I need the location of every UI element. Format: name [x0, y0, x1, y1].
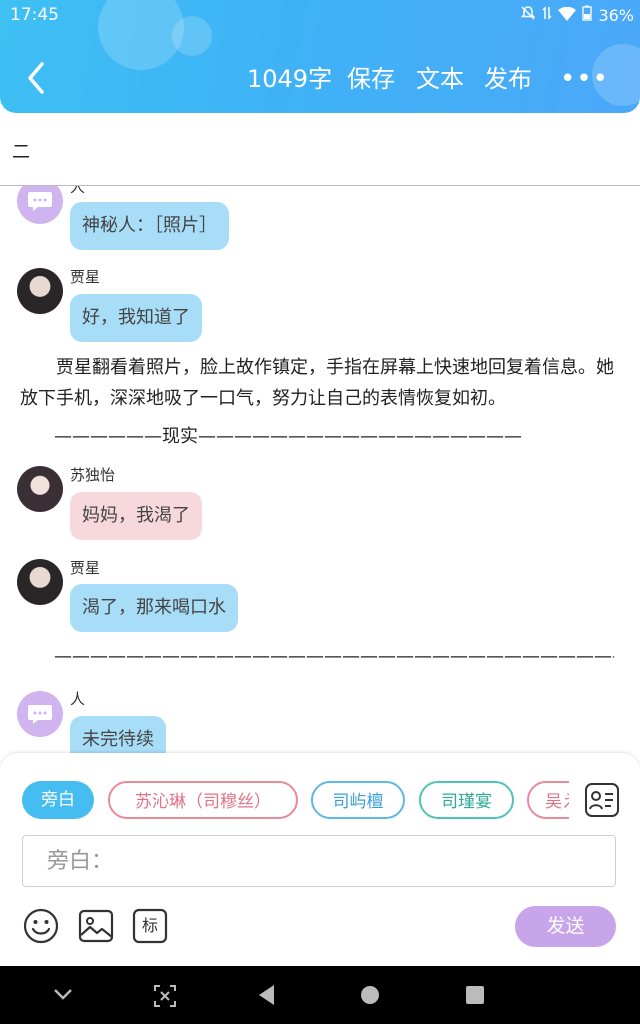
system-nav-bar: [0, 966, 640, 1024]
nav-screenshot-button[interactable]: [153, 984, 177, 1012]
avatar[interactable]: [17, 186, 63, 224]
status-time: 17:45: [10, 5, 59, 25]
scene-separator[interactable]: ———————————————————————————————————: [54, 646, 614, 667]
message-bubble[interactable]: 神秘人：［照片］: [70, 202, 229, 250]
message-bubble[interactable]: 渴了，那来喝口水: [70, 584, 238, 632]
speaker-name: 贾星: [70, 559, 101, 577]
recents-square-icon: [466, 986, 484, 1004]
avatar[interactable]: [17, 559, 63, 605]
back-button[interactable]: [22, 58, 52, 98]
text-button[interactable]: 文本: [416, 62, 464, 96]
narration-text[interactable]: 贾星翻看着照片，脸上故作镇定，手指在屏幕上快速地回复着信息。她放下手机，深深地吸…: [20, 352, 620, 414]
chat-bubble-icon: [28, 192, 52, 211]
role-chip[interactable]: 苏沁琳（司穆丝）: [108, 781, 298, 819]
role-chip[interactable]: 司屿檀: [311, 781, 405, 819]
chat-area[interactable]: 人 神秘人：［照片］ 贾星 好，我知道了 贾星翻看着照片，脸上故作镇定，手指在屏…: [0, 186, 640, 753]
status-icons: 36%: [520, 5, 634, 25]
image-icon: [78, 909, 114, 943]
role-chip[interactable]: 吴え: [527, 781, 569, 819]
chat-bubble-icon: [28, 705, 52, 724]
notifications-off-icon: [520, 5, 536, 25]
wifi-icon: [558, 6, 577, 25]
save-button[interactable]: 保存: [347, 62, 395, 96]
speaker-name: 人: [70, 690, 86, 708]
battery-icon: [582, 5, 593, 25]
more-button[interactable]: •••: [560, 62, 609, 96]
nav-home-button[interactable]: [360, 985, 380, 1009]
image-button[interactable]: [78, 908, 114, 944]
nav-back-button[interactable]: [256, 983, 278, 1011]
back-triangle-icon: [259, 985, 274, 1005]
tag-label: 标: [141, 916, 158, 935]
app-header: 17:45 36% 1049字 保存 文本 发布 •••: [0, 0, 640, 113]
role-chip-clipped[interactable]: 吴え: [527, 781, 569, 819]
publish-button[interactable]: 发布: [484, 62, 532, 96]
message-bubble[interactable]: 好，我知道了: [70, 294, 202, 342]
emoji-button[interactable]: [23, 908, 59, 944]
send-button[interactable]: 发送: [515, 906, 616, 947]
message-bubble[interactable]: 妈妈，我渴了: [70, 492, 202, 540]
tag-button[interactable]: 标: [132, 908, 168, 944]
role-manage-button[interactable]: [584, 782, 620, 818]
scene-separator[interactable]: ——————现实——————————————————: [54, 422, 522, 448]
avatar[interactable]: [17, 691, 63, 737]
message-input[interactable]: [23, 836, 615, 886]
smiley-icon: [23, 908, 59, 944]
speaker-name: 苏独怡: [70, 466, 116, 484]
nav-recents-button[interactable]: [465, 985, 485, 1009]
role-chip[interactable]: 司瑾宴: [419, 781, 514, 819]
decor-bubble: [172, 16, 212, 56]
contact-card-icon: [585, 783, 619, 817]
home-circle-icon: [361, 986, 379, 1004]
chevron-down-icon: [54, 989, 72, 1000]
speaker-name: 贾星: [70, 268, 101, 286]
speaker-name: 人: [70, 186, 86, 196]
word-count: 1049字: [247, 65, 333, 93]
screenshot-icon: [154, 985, 176, 1007]
message-input-wrapper: [22, 835, 616, 887]
chevron-left-icon: [28, 62, 44, 94]
message-bubble[interactable]: 未完待续: [70, 716, 166, 753]
avatar[interactable]: [17, 268, 63, 314]
data-arrows-icon: [542, 5, 552, 25]
avatar[interactable]: [17, 466, 63, 512]
chapter-title[interactable]: 二: [12, 138, 30, 164]
nav-collapse-button[interactable]: [52, 986, 74, 1005]
role-chip-narrator[interactable]: 旁白: [22, 781, 94, 819]
battery-percent: 36%: [598, 5, 634, 25]
